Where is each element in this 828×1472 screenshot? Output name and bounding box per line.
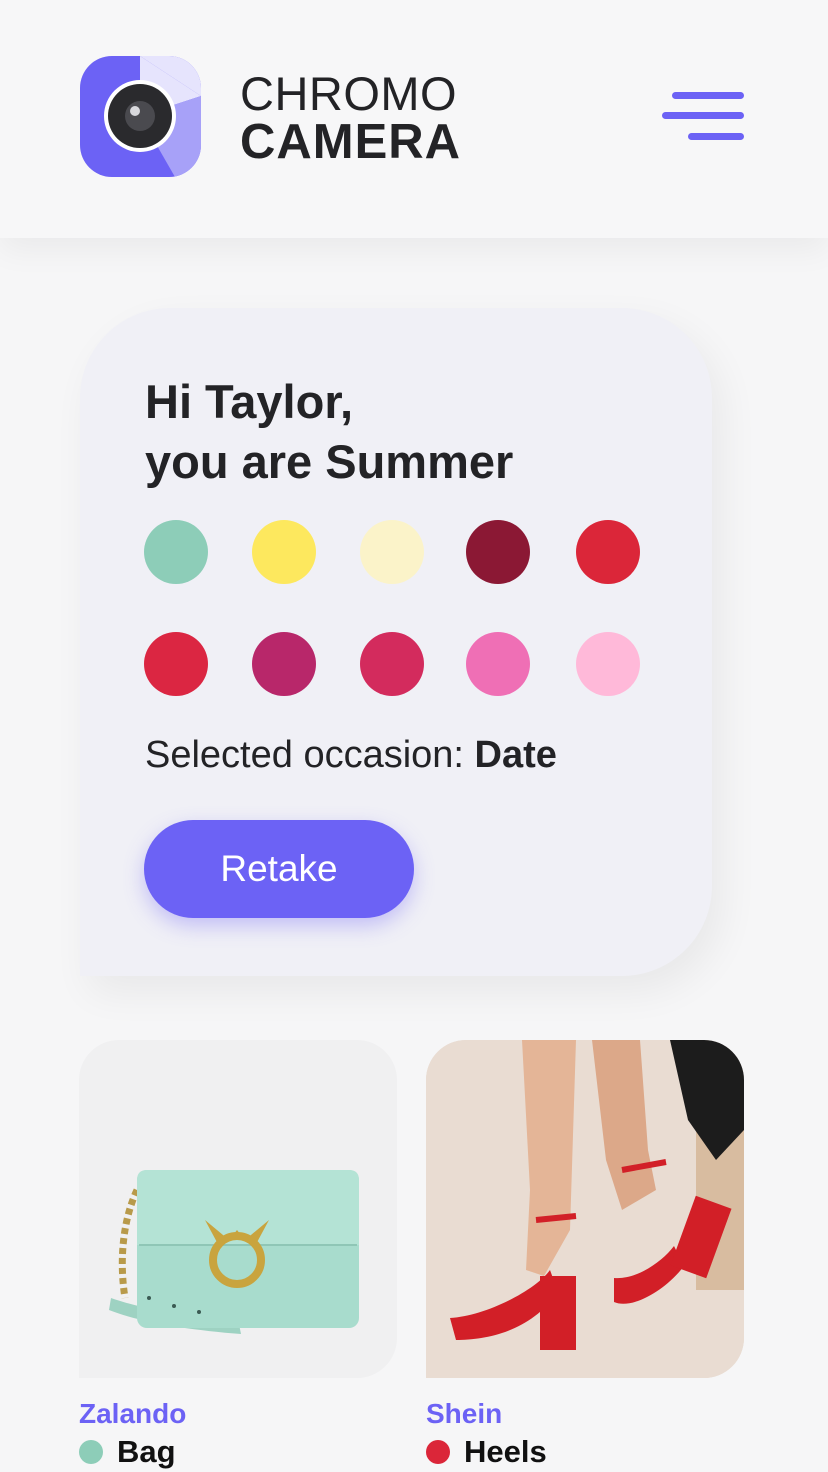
color-swatch xyxy=(360,632,424,696)
product-item-row: Heels xyxy=(426,1434,744,1470)
logo-line1: CHROMO xyxy=(240,67,458,120)
color-swatch xyxy=(466,632,530,696)
item-color-dot xyxy=(79,1440,103,1464)
color-swatch xyxy=(144,520,208,584)
greeting-line2: you are Summer xyxy=(145,435,514,488)
color-swatch xyxy=(576,632,640,696)
product-card[interactable]: Shein Heels xyxy=(426,1040,744,1470)
hamburger-menu-icon[interactable] xyxy=(662,86,748,150)
occasion-label: Selected occasion: xyxy=(145,734,475,776)
greeting-title: Hi Taylor, you are Summer xyxy=(145,372,513,492)
product-item-name: Bag xyxy=(117,1434,176,1469)
product-image[interactable] xyxy=(79,1040,397,1378)
product-item-name: Heels xyxy=(464,1434,547,1469)
product-brand[interactable]: Zalando xyxy=(79,1398,397,1430)
item-color-dot xyxy=(426,1440,450,1464)
product-card[interactable]: Zalando Bag xyxy=(79,1040,397,1470)
app-header: CHROMO CAMERA xyxy=(0,0,828,238)
camera-logo-icon xyxy=(80,56,201,177)
color-swatch xyxy=(576,520,640,584)
logo-line2: CAMERA xyxy=(240,115,462,169)
retake-button[interactable]: Retake xyxy=(144,820,414,918)
red-heels-image xyxy=(426,1040,744,1378)
color-swatch xyxy=(466,520,530,584)
selected-occasion: Selected occasion: Date xyxy=(145,734,557,777)
app-logo-text: CHROMO CAMERA xyxy=(240,70,461,167)
color-swatch xyxy=(252,520,316,584)
menu-bar xyxy=(672,92,744,99)
result-card: Hi Taylor, you are Summer Selected occas… xyxy=(80,308,712,976)
greeting-line1: Hi Taylor, xyxy=(145,375,354,428)
menu-bar xyxy=(662,112,744,119)
product-image[interactable] xyxy=(426,1040,744,1378)
product-brand[interactable]: Shein xyxy=(426,1398,744,1430)
occasion-value: Date xyxy=(474,734,557,776)
color-swatch xyxy=(144,632,208,696)
menu-bar xyxy=(688,133,744,140)
mint-handbag-image xyxy=(109,1170,359,1334)
color-swatch xyxy=(360,520,424,584)
color-swatch xyxy=(252,632,316,696)
product-item-row: Bag xyxy=(79,1434,397,1470)
